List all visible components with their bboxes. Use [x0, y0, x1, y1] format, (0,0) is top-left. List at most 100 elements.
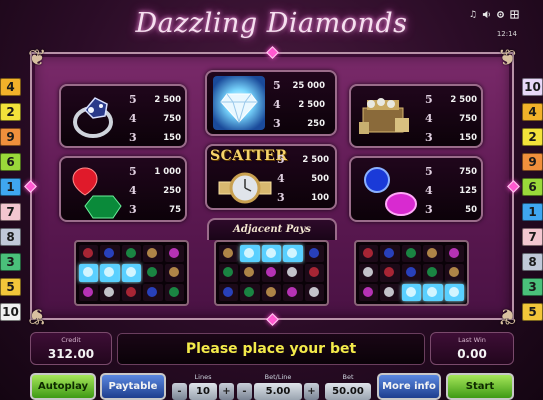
- line-indicator[interactable]: 4: [522, 103, 543, 121]
- line-indicator[interactable]: 5: [0, 278, 21, 296]
- line-indicator[interactable]: 9: [522, 153, 543, 171]
- reel-symbol-cell: [100, 283, 120, 301]
- line-indicator[interactable]: 7: [0, 203, 21, 221]
- game-screen: Dazzling Diamonds ♫ 12:14 4 2 9 6 1 7 8 3 5 10 10…: [0, 0, 543, 400]
- lines-value: 10: [189, 383, 217, 400]
- line-indicator[interactable]: 5: [522, 303, 543, 321]
- line-indicator[interactable]: 10: [522, 78, 543, 96]
- line-indicator[interactable]: 10: [0, 303, 21, 321]
- paytable-button[interactable]: Paytable: [100, 373, 166, 400]
- reel-symbol-cell: [121, 283, 142, 301]
- reel-symbol-cell: [143, 264, 163, 282]
- line-indicator[interactable]: 2: [0, 103, 21, 121]
- line-indicator[interactable]: 7: [522, 228, 543, 246]
- bet-per-line-label: Bet/Line: [264, 373, 292, 381]
- line-indicator[interactable]: 6: [0, 153, 21, 171]
- gem-ornament: [24, 180, 37, 193]
- bet-control: Bet 50.00: [325, 373, 371, 400]
- reel-symbol-cell: [423, 245, 443, 263]
- sound-icon[interactable]: [482, 10, 491, 22]
- lines-label: Lines: [194, 373, 212, 381]
- line-indicator[interactable]: 6: [522, 178, 543, 196]
- autoplay-button[interactable]: Autoplay: [30, 373, 96, 400]
- blue-purple-gems-icon: [364, 167, 417, 216]
- line-indicator[interactable]: 1: [0, 178, 21, 196]
- fullscreen-icon[interactable]: [510, 10, 519, 22]
- line-indicator[interactable]: 8: [522, 253, 543, 271]
- reel-symbol-cell: [164, 283, 184, 301]
- clock: 12:14: [496, 30, 517, 38]
- last-win-label: Last Win: [458, 336, 486, 344]
- line-indicator[interactable]: 3: [522, 278, 543, 296]
- reel-symbol-cell: [304, 245, 324, 263]
- blue-purple-gems-paytable: 5 750 4 125 3 50: [349, 156, 483, 222]
- reel-symbol-cell: [79, 245, 99, 263]
- reel-symbol-cell: [240, 283, 260, 301]
- reel-symbol-cell: [359, 245, 379, 263]
- reel-symbol-cell: [240, 245, 260, 263]
- line-indicator[interactable]: 1: [522, 203, 543, 221]
- ring-paytable: 52 500 4 750 3 150: [59, 84, 187, 148]
- gem-ornament: [266, 46, 279, 59]
- adjacent-pays-example-1: [74, 240, 189, 306]
- lines-plus-button[interactable]: +: [219, 383, 234, 400]
- reel-symbol-cell: [143, 245, 163, 263]
- pay-values: 52 500 4 750 3 150: [425, 93, 477, 144]
- reel-symbol-cell: [283, 283, 303, 301]
- reel-symbol-cell: [359, 264, 379, 282]
- line-indicator[interactable]: 9: [0, 128, 21, 146]
- reel-symbol-cell: [79, 283, 99, 301]
- scatter-paytable: SCATTER 52 500 4 500 3 100: [205, 144, 337, 210]
- reel-symbol-cell: [304, 283, 324, 301]
- reel-symbol-cell: [401, 264, 422, 282]
- reel-symbol-cell: [79, 264, 99, 282]
- start-button[interactable]: Start: [446, 373, 514, 400]
- credit-label: Credit: [61, 336, 81, 344]
- reel-symbol-cell: [283, 264, 303, 282]
- more-info-button[interactable]: More info: [377, 373, 441, 400]
- reel-symbol-cell: [219, 283, 239, 301]
- music-icon[interactable]: ♫: [469, 10, 477, 22]
- red-green-gems-paytable: 51 000 4 250 3 75: [59, 156, 187, 222]
- reel-symbol-cell: [304, 264, 324, 282]
- line-indicator[interactable]: 3: [0, 253, 21, 271]
- corner-ornament: ❦: [497, 303, 516, 328]
- bet-line-plus-button[interactable]: +: [304, 383, 319, 400]
- bet-per-line-value: 5.00: [254, 383, 302, 400]
- last-win-value: 0.00: [457, 347, 487, 361]
- reel-symbol-cell: [100, 245, 120, 263]
- reel-symbol-cell: [164, 264, 184, 282]
- bet-line-minus-button[interactable]: -: [237, 383, 252, 400]
- diamond-paytable: 5 25 000 42 500 3 250: [205, 70, 337, 136]
- scatter-label: SCATTER: [210, 148, 288, 164]
- reel-symbol-cell: [261, 283, 282, 301]
- line-indicator[interactable]: 4: [0, 78, 21, 96]
- corner-ornament: ❦: [28, 46, 47, 71]
- pay-values: 52 500 4 750 3 150: [129, 93, 181, 144]
- message-display: Please place your bet: [117, 333, 425, 365]
- reel-symbol-cell: [121, 264, 142, 282]
- reel-symbol-cell: [444, 245, 464, 263]
- reel-symbol-cell: [261, 264, 282, 282]
- credit-value: 312.00: [47, 347, 95, 361]
- pay-values: 5 25 000 42 500 3 250: [273, 79, 325, 130]
- bet-label: Bet: [342, 373, 354, 381]
- settings-icon[interactable]: [496, 10, 505, 22]
- reel-symbol-cell: [121, 245, 142, 263]
- reel-symbol-cell: [219, 264, 239, 282]
- watch-icon: [218, 172, 272, 204]
- lines-minus-button[interactable]: -: [172, 383, 187, 400]
- treasure-chest-icon: [359, 98, 409, 134]
- credit-display: Credit 312.00: [30, 332, 112, 365]
- reel-symbol-cell: [444, 283, 464, 301]
- reel-symbol-cell: [380, 264, 400, 282]
- reel-symbol-cell: [240, 264, 260, 282]
- line-indicator[interactable]: 8: [0, 228, 21, 246]
- reel-symbol-cell: [423, 283, 443, 301]
- left-line-indicators: 4 2 9 6 1 7 8 3 5 10: [0, 78, 21, 328]
- reel-symbol-cell: [401, 245, 422, 263]
- line-indicator[interactable]: 2: [522, 128, 543, 146]
- corner-ornament: ❦: [28, 303, 47, 328]
- reel-symbol-cell: [444, 264, 464, 282]
- diamond-icon: [213, 76, 265, 130]
